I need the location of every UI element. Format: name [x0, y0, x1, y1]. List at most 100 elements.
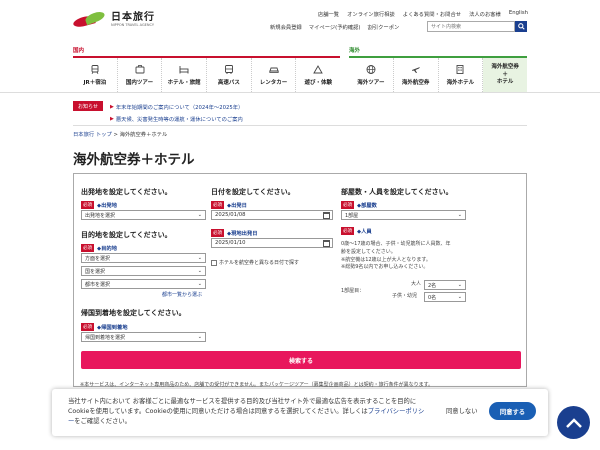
top-link-english[interactable]: English: [509, 10, 528, 18]
nav-item-label: 高速バス: [217, 79, 240, 86]
rooms-field-label: 必須 ◆部屋数: [341, 201, 377, 209]
site-search: [427, 21, 527, 32]
top-link-corporate[interactable]: 法人のお客様: [469, 10, 501, 18]
site-logo[interactable]: 日本旅行 NIPPON TRAVEL AGENCY: [72, 9, 155, 29]
departure-select-value: 出発地を選択: [85, 212, 116, 219]
local-departure-date-input[interactable]: 2025/01/10: [211, 238, 333, 248]
nav-item-label: 海外ホテル: [446, 79, 475, 86]
chevron-down-icon: ⌄: [197, 255, 202, 261]
nav-item-rental-car[interactable]: レンタカー: [252, 58, 297, 92]
departure-section-title: 出発地を設定してください。: [81, 188, 172, 196]
back-to-top-button[interactable]: [557, 406, 590, 439]
departure-date-input[interactable]: 2025/01/08: [211, 210, 333, 220]
top-link-online-consult[interactable]: オンライン旅行相談: [347, 10, 395, 18]
search-submit-button[interactable]: 検索する: [81, 351, 521, 369]
nav-item-flight-hotel[interactable]: 海外航空券 ＋ ホテル: [483, 58, 527, 92]
city-select-value: 都市を選択: [85, 281, 111, 288]
search-input[interactable]: [427, 21, 515, 32]
dates-section-title: 日付を設定してください。: [211, 188, 295, 196]
different-date-option[interactable]: ホテルを航空券と異なる日付で探す: [211, 259, 299, 266]
city-list-link[interactable]: 都市一覧から選ぶ: [162, 291, 202, 298]
nav-item-highway-bus[interactable]: 高速バス: [207, 58, 252, 92]
chevron-up-icon: [565, 417, 582, 428]
building-icon: [456, 64, 464, 74]
nav-item-label: 海外ツアー: [357, 79, 385, 86]
departure-date-label: 必須 ◆出発日: [211, 201, 247, 209]
logo-subtext: NIPPON TRAVEL AGENCY: [111, 22, 155, 27]
arrow-right-icon: ▶: [110, 104, 114, 110]
top-links: 店舗一覧 オンライン旅行相談 よくある質問・お問合せ 法人のお客様 Englis…: [318, 10, 528, 18]
adult-select[interactable]: 2名 ⌄: [424, 280, 466, 290]
return-arrival-select[interactable]: 帰国到着地を選択 ⌄: [81, 332, 206, 342]
register-link[interactable]: 新規会員登録: [270, 23, 302, 31]
nav-item-overseas-flight[interactable]: 海外航空券: [394, 58, 439, 92]
nav-item-label: JR＋宿泊: [83, 79, 107, 86]
notice-text: 年末年始期間のご案内について（2024年～2025年）: [115, 105, 244, 111]
calendar-icon[interactable]: [323, 211, 330, 219]
departure-date-value: 2025/01/08: [215, 212, 246, 218]
search-button[interactable]: [515, 21, 527, 32]
nav-item-label: ホテル・旅館: [167, 79, 201, 86]
required-badge: 必須: [211, 201, 224, 209]
nav-item-label-line3: ホテル: [496, 79, 514, 86]
nav-item-label-line2: ＋: [502, 71, 508, 78]
coupon-link[interactable]: 割引クーポン: [368, 23, 400, 31]
train-icon: [91, 64, 99, 74]
chevron-down-icon: ⌄: [457, 282, 462, 288]
nav-item-label-line1: 海外航空券: [491, 63, 519, 70]
departure-select[interactable]: 出発地を選択 ⌄: [81, 210, 206, 220]
nav-item-label: 海外航空券: [401, 79, 430, 86]
nav-item-hotel-ryokan[interactable]: ホテル・旅館: [162, 58, 208, 92]
car-icon: [268, 67, 279, 73]
child-select-value: 0名: [428, 294, 437, 301]
globe-icon: [366, 64, 376, 74]
required-badge: 必須: [211, 229, 224, 237]
adult-label: 大人: [411, 281, 422, 287]
child-label: 子供・幼児: [392, 293, 418, 299]
member-links: 新規会員登録 マイページ(予約確認) 割引クーポン: [270, 23, 399, 31]
nav-item-overseas-tour[interactable]: 海外ツアー: [349, 58, 394, 92]
nav-international-label: 海外: [349, 48, 361, 54]
chevron-down-icon: ⌄: [197, 268, 202, 274]
cookie-decline-button[interactable]: 同意しない: [446, 406, 477, 415]
search-icon: [517, 23, 525, 30]
cookie-text-after: をご確認ください。: [74, 417, 131, 425]
departure-date-text: ◆出発日: [227, 203, 247, 209]
nav-item-activities[interactable]: 遊び・体験: [296, 58, 340, 92]
top-link-stores[interactable]: 店舗一覧: [318, 10, 339, 18]
notice-item[interactable]: ▶ 年末年始期間のご案内について（2024年～2025年）: [110, 103, 243, 111]
bus-icon: [224, 64, 233, 74]
search-form: 出発地を設定してください。 必須 ◆出発地 出発地を選択 ⌄ 目的地を設定してくだ…: [73, 173, 527, 387]
country-select[interactable]: 国を選択 ⌄: [81, 266, 206, 276]
notice-item[interactable]: ▶ 悪天候、災害発生時等の運航・運休についてのご案内: [110, 115, 243, 123]
mypage-link[interactable]: マイページ(予約確認): [309, 23, 361, 31]
nav-divider: [0, 92, 600, 93]
hotel-icon: [179, 65, 189, 73]
people-note-line: 0歳～17歳の場合、子供・幼児筋所に人員数、年: [341, 241, 451, 247]
nav-item-overseas-hotel[interactable]: 海外ホテル: [439, 58, 484, 92]
nav-item-label: レンタカー: [259, 79, 288, 86]
direction-select[interactable]: 方面を選択 ⌄: [81, 253, 206, 263]
nav-item-domestic-tour[interactable]: 国内ツアー: [118, 58, 163, 92]
different-date-checkbox[interactable]: [211, 259, 217, 266]
city-select[interactable]: 都市を選択 ⌄: [81, 279, 206, 289]
chevron-down-icon: ⌄: [197, 212, 202, 218]
return-section-title: 帰国到着地を設定してください。: [81, 309, 186, 317]
child-select[interactable]: 0名 ⌄: [424, 292, 466, 302]
calendar-icon[interactable]: [323, 239, 330, 247]
rooms-select[interactable]: 1部屋 ⌄: [341, 210, 466, 220]
destination-field-label: 必須 ◆目的地: [81, 244, 117, 252]
people-note: 0歳～17歳の場合、子供・幼児筋所に人員数、年 齢を設定してください。 ※航空機…: [341, 241, 471, 272]
activity-icon: [313, 64, 323, 73]
breadcrumb-home[interactable]: 日本旅行 トップ: [73, 132, 112, 138]
cookie-accept-button[interactable]: 同意する: [489, 402, 536, 420]
destination-section-title: 目的地を設定してください。: [81, 231, 172, 239]
people-note-line: ※総勢9名以内でお申し込みください。: [341, 264, 429, 271]
people-field-label: 必須 ◆人員: [341, 227, 372, 235]
nav-item-jr-hotel[interactable]: JR＋宿泊: [73, 58, 118, 92]
rooms-section-title: 部屋数・人員を設定してください。: [341, 188, 453, 196]
nav-domestic-label: 国内: [73, 48, 85, 54]
top-link-faq[interactable]: よくある質問・お問合せ: [403, 10, 461, 18]
room1-label: 1部屋目：: [341, 288, 365, 294]
required-badge: 必須: [81, 201, 94, 209]
